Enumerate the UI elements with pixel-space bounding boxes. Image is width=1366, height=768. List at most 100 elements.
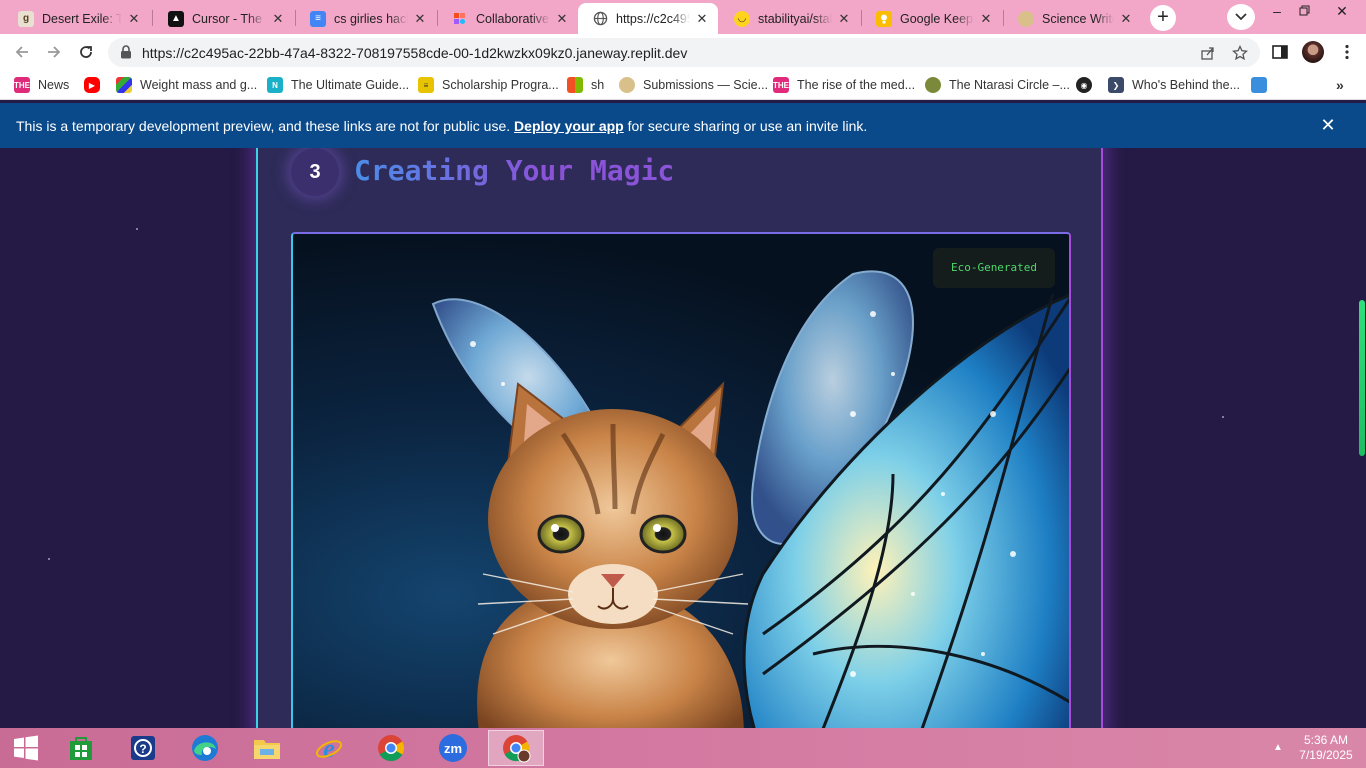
svg-text:?: ? (139, 742, 146, 756)
bookmark-star-icon[interactable] (1232, 45, 1248, 61)
arrow-left-icon (15, 46, 28, 58)
bookmark-sky[interactable] (1251, 76, 1275, 94)
side-panel-icon[interactable] (1271, 43, 1289, 61)
restore-icon (1299, 5, 1309, 16)
winged-kitten-illustration (431, 270, 1069, 728)
reload-icon (80, 46, 92, 58)
restore-button[interactable] (1287, 0, 1321, 34)
close-tab-icon[interactable]: ✕ (978, 11, 994, 27)
bookmark-youtube[interactable]: ▶ (84, 76, 108, 94)
address-bar[interactable]: https://c2c495ac-22bb-47a4-8322-70819755… (108, 38, 1260, 67)
figma-icon (452, 11, 468, 27)
star (48, 558, 50, 560)
taskbar-zoom[interactable]: zm (429, 730, 477, 766)
start-icon (14, 735, 38, 761)
tab-desert-exile[interactable]: g Desert Exile: Th ✕ (4, 3, 150, 34)
back-button[interactable] (10, 40, 34, 64)
step-panel: 3 Creating Your Magic Eco-Generated (256, 148, 1103, 728)
close-tab-icon[interactable]: ✕ (412, 11, 428, 27)
tab-strip: g Desert Exile: Th ✕ ▲ Cursor - The AI ✕… (0, 0, 1366, 34)
the-icon: THE (14, 77, 30, 93)
ie-icon: e (315, 734, 343, 763)
notion-n-icon: N (267, 77, 283, 93)
chevron-down-icon (1235, 13, 1247, 21)
forward-button[interactable] (42, 40, 66, 64)
bookmark-sh[interactable]: sh (567, 76, 604, 94)
taskbar-chrome[interactable] (367, 730, 415, 766)
taskbar-edge[interactable] (181, 730, 229, 766)
bookmark-scholarship[interactable]: ≡ Scholarship Progra... (418, 76, 559, 94)
store-icon (70, 737, 92, 760)
step-title: Creating Your Magic (354, 154, 675, 187)
bookmark-weight-mass[interactable]: Weight mass and g... (116, 76, 257, 94)
more-menu-icon[interactable] (1338, 43, 1356, 61)
profile-avatar[interactable] (1302, 41, 1324, 63)
browser-toolbar: https://c2c495ac-22bb-47a4-8322-70819755… (0, 34, 1366, 70)
new-tab-button[interactable]: + (1150, 5, 1176, 31)
close-banner-button[interactable]: ✕ (1318, 116, 1338, 136)
reload-button[interactable] (74, 40, 98, 64)
banner-message: This is a temporary development preview,… (16, 118, 868, 134)
bookmark-ultimate-guide[interactable]: N The Ultimate Guide... (267, 76, 409, 94)
microsoft-icon (567, 77, 583, 93)
tab-collaborative[interactable]: CollaborativeI ✕ (438, 3, 578, 34)
sky-icon (1251, 77, 1267, 93)
youtube-icon: ▶ (84, 77, 100, 93)
bookmark-ntarasi-circle[interactable]: The Ntarasi Circle –... (925, 76, 1070, 94)
bookmark-globe[interactable]: ◉ (1076, 76, 1100, 94)
tab-search-button[interactable] (1227, 4, 1255, 30)
globe-icon: ◉ (1076, 77, 1092, 93)
close-tab-icon[interactable]: ✕ (270, 11, 286, 27)
bookmarks-bar: THE News ▶ Weight mass and g... N The Ul… (0, 70, 1366, 100)
deploy-app-link[interactable]: Deploy your app (514, 118, 624, 134)
google-docs-icon: ≡ (310, 10, 326, 27)
huggingface-icon: ◡ (734, 10, 750, 27)
globe-icon (592, 11, 608, 27)
eco-generated-badge: Eco-Generated (933, 248, 1055, 288)
browser-window: g Desert Exile: Th ✕ ▲ Cursor - The AI ✕… (0, 0, 1366, 728)
taskbar-file-explorer[interactable] (243, 730, 291, 766)
url-text[interactable]: https://c2c495ac-22bb-47a4-8322-70819755… (142, 45, 687, 61)
arrow-right-icon (48, 46, 61, 58)
tab-science-write[interactable]: Science Write I ✕ (1004, 3, 1142, 34)
close-tab-icon[interactable]: ✕ (126, 11, 142, 27)
tray-overflow-button[interactable]: ▲ (1268, 728, 1288, 768)
close-window-button[interactable]: ✕ (1325, 0, 1359, 34)
lock-icon[interactable] (120, 45, 132, 59)
clock-date: 7/19/2025 (1299, 748, 1353, 762)
clock[interactable]: 5:36 AM 7/19/2025 (1290, 728, 1362, 768)
google-keep-icon (876, 10, 892, 27)
scrollbar-track[interactable] (1357, 148, 1366, 728)
scrollbar-thumb[interactable] (1359, 300, 1365, 456)
close-tab-icon[interactable]: ✕ (694, 11, 710, 27)
tab-cs-girlies[interactable]: ≡ cs girlies hacka ✕ (296, 3, 436, 34)
bookmark-rise-of-med[interactable]: THE The rise of the med... (773, 76, 915, 94)
tab-replit-active[interactable]: https://c2c495 ✕ (578, 3, 718, 34)
step-number-badge: 3 (291, 148, 339, 196)
svg-text:zm: zm (444, 741, 462, 756)
taskbar-store[interactable] (57, 730, 105, 766)
tab-stabilityai[interactable]: ◡ stabilityai/stab ✕ (720, 3, 860, 34)
tab-cursor[interactable]: ▲ Cursor - The AI ✕ (154, 3, 294, 34)
share-icon[interactable] (1200, 45, 1216, 61)
bookmarks-overflow-button[interactable]: » (1336, 76, 1344, 94)
page-content: 3 Creating Your Magic Eco-Generated (0, 148, 1366, 728)
help-icon: ? (131, 736, 155, 760)
dev-preview-banner: This is a temporary development preview,… (0, 103, 1366, 148)
arrow-icon: ❯ (1108, 77, 1124, 93)
close-tab-icon[interactable]: ✕ (554, 11, 570, 27)
taskbar-internet-explorer[interactable]: e (305, 730, 353, 766)
taskbar-chrome-profile[interactable] (488, 730, 544, 766)
start-button[interactable] (2, 730, 50, 766)
close-tab-icon[interactable]: ✕ (1118, 11, 1134, 27)
close-tab-icon[interactable]: ✕ (836, 11, 852, 27)
zoom-icon: zm (439, 734, 467, 762)
bookmark-whos-behind[interactable]: ❯ Who's Behind the... (1108, 76, 1240, 94)
bookmark-news[interactable]: THE News (14, 76, 69, 94)
star (1222, 416, 1224, 418)
bookmark-submissions[interactable]: Submissions — Scie... (619, 76, 768, 94)
taskbar-help[interactable]: ? (119, 730, 167, 766)
star (136, 228, 138, 230)
edge-icon (192, 735, 218, 761)
tab-google-keep[interactable]: Google Keep ✕ (862, 3, 1002, 34)
